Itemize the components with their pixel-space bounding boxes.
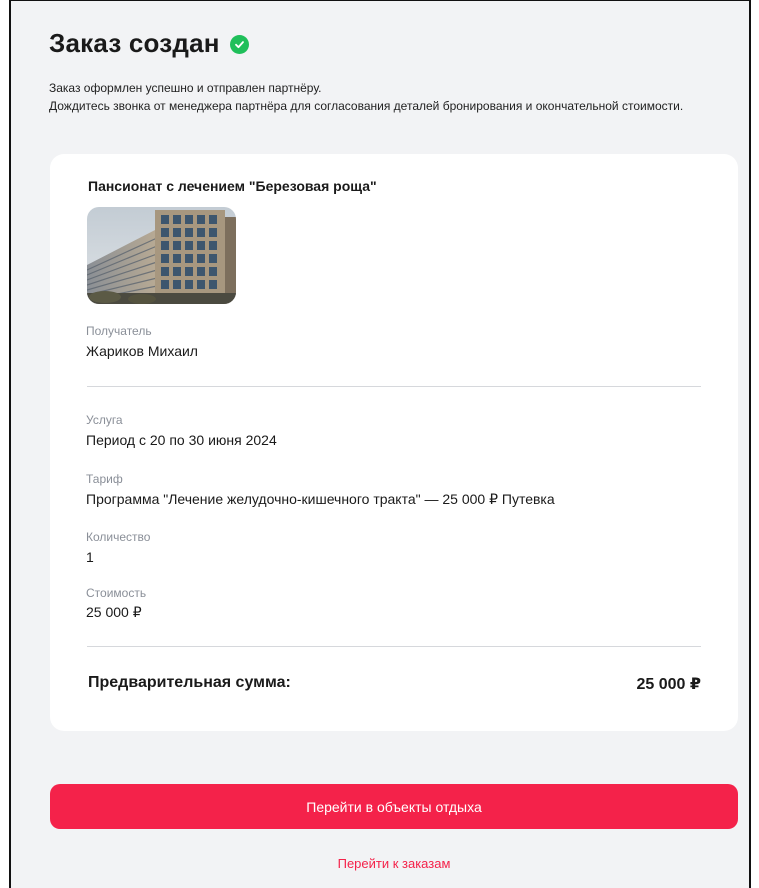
divider	[87, 646, 701, 647]
go-to-objects-button[interactable]: Перейти в объекты отдыха	[50, 784, 738, 829]
order-details-card: Пансионат с лечением "Березовая роща" По…	[50, 154, 738, 731]
tariff-value: Программа "Лечение желудочно-кишечного т…	[86, 491, 555, 507]
order-intro-text: Заказ оформлен успешно и отправлен партн…	[49, 79, 689, 115]
title-row: Заказ создан	[49, 28, 249, 59]
intro-line-instructions: Дождитесь звонка от менеджера партнёра д…	[49, 99, 684, 113]
page-title: Заказ создан	[49, 28, 220, 58]
service-label: Услуга	[86, 413, 123, 427]
quantity-label: Количество	[86, 530, 151, 544]
check-circle-icon	[229, 35, 249, 54]
go-to-orders-link[interactable]: Перейти к заказам	[50, 856, 738, 871]
divider	[87, 386, 701, 387]
cost-value: 25 000 ₽	[86, 604, 142, 620]
intro-line-success: Заказ оформлен успешно и отправлен партн…	[49, 81, 322, 95]
total-label: Предварительная сумма:	[88, 674, 291, 691]
total-value: 25 000 ₽	[636, 676, 701, 693]
recipient-value: Жариков Михаил	[86, 343, 198, 359]
hotel-photo	[87, 207, 236, 304]
tariff-label: Тариф	[86, 472, 123, 486]
go-to-objects-label: Перейти в объекты отдыха	[306, 798, 482, 815]
service-value: Период с 20 по 30 июня 2024	[86, 432, 277, 448]
order-confirmation-panel: Заказ создан Заказ оформлен успешно и от…	[9, 0, 751, 888]
quantity-value: 1	[86, 549, 94, 565]
cost-label: Стоимость	[86, 586, 147, 600]
recipient-label: Получатель	[86, 324, 152, 338]
hotel-name: Пансионат с лечением "Березовая роща"	[88, 178, 377, 194]
